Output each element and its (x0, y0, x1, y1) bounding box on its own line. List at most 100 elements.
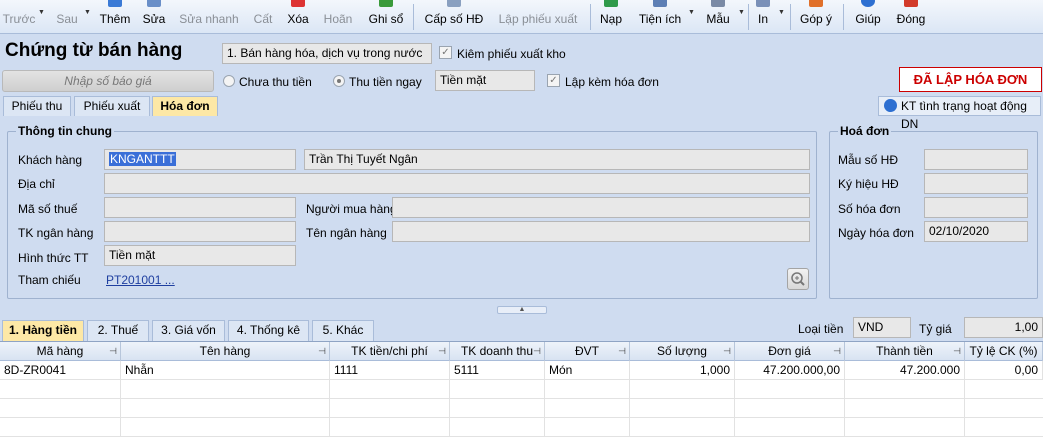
pin-icon: ⊣ (438, 346, 446, 356)
empty-cell (330, 380, 450, 399)
currency-label: Loại tiền (798, 322, 844, 336)
add-button[interactable]: Thêm (96, 0, 134, 34)
form-no-input[interactable] (924, 149, 1028, 170)
cell-unit[interactable]: Món (545, 361, 630, 380)
invoice-no-icon (447, 0, 461, 7)
col-item-name[interactable]: Tên hàng ⊣ (121, 342, 330, 361)
cell-amount[interactable]: 47.200.000 (845, 361, 965, 380)
table-row-empty[interactable] (0, 418, 1043, 437)
print-button[interactable]: In (752, 0, 774, 34)
empty-cell (735, 380, 845, 399)
customer-name-input[interactable]: Trần Thị Tuyết Ngân (304, 149, 810, 170)
with-invoice-label: Lập kèm hóa đơn (565, 75, 659, 89)
tab-cost[interactable]: 3. Giá vốn (152, 320, 225, 341)
currency-select[interactable]: VND (853, 317, 911, 338)
utilities-button[interactable]: Tiện ích (634, 0, 686, 34)
rate-input[interactable]: 1,00 (964, 317, 1043, 338)
tab-export-slip[interactable]: Phiếu xuất (74, 96, 150, 116)
address-label: Địa chỉ (18, 177, 55, 191)
tab-tax[interactable]: 2. Thuế (87, 320, 149, 341)
search-button[interactable] (787, 268, 809, 290)
cell-revenue-account[interactable]: 5111 (450, 361, 545, 380)
reference-link[interactable]: PT201001 ... (106, 273, 175, 287)
paid-now-radio[interactable] (333, 75, 345, 87)
tab-receipt[interactable]: Phiếu thu (3, 96, 71, 116)
post-button[interactable]: Ghi sổ (363, 0, 409, 34)
create-export-slip-button[interactable]: Lập phiếu xuất (494, 0, 582, 34)
quote-number-input[interactable]: Nhập số báo giá (2, 70, 214, 92)
empty-cell (121, 380, 330, 399)
utilities-icon (653, 0, 667, 7)
col-amount[interactable]: Thành tiền ⊣ (845, 342, 965, 361)
symbol-input[interactable] (924, 173, 1028, 194)
address-input[interactable] (104, 173, 810, 194)
template-button[interactable]: Mẫu (700, 0, 736, 34)
empty-cell (545, 418, 630, 437)
edit-button[interactable]: Sửa (139, 0, 169, 34)
prev-button[interactable]: Trước (0, 0, 38, 34)
utilities-dropdown-icon[interactable]: ▼ (688, 9, 695, 16)
invoice-no-input[interactable] (924, 197, 1028, 218)
table-row-empty[interactable] (0, 380, 1043, 399)
invoice-date-input[interactable]: 02/10/2020 (924, 221, 1028, 242)
empty-cell (735, 418, 845, 437)
col-quantity[interactable]: Số lượng ⊣ (630, 342, 735, 361)
bank-account-input[interactable] (104, 221, 296, 242)
cell-item-name[interactable]: Nhẫn (121, 361, 330, 380)
sale-type-select[interactable]: 1. Bán hàng hóa, dịch vụ trong nước (222, 43, 432, 64)
tax-code-input[interactable] (104, 197, 296, 218)
issue-invoice-no-button[interactable]: Cấp số HĐ (420, 0, 488, 34)
table-row-empty[interactable] (0, 399, 1043, 418)
print-dropdown-icon[interactable]: ▼ (778, 9, 785, 16)
unpaid-radio[interactable] (223, 75, 235, 87)
load-button[interactable]: Nạp (596, 0, 626, 34)
table-row[interactable]: 8D-ZR0041 Nhẫn 1111 5111 Món 1,000 47.20… (0, 361, 1043, 380)
cell-quantity[interactable]: 1,000 (630, 361, 735, 380)
with-invoice-checkbox[interactable]: ✓ (547, 74, 560, 87)
save-button[interactable]: Cất (248, 0, 278, 34)
customer-label: Khách hàng (18, 153, 83, 167)
export-checkbox[interactable]: ✓ (439, 46, 452, 59)
bank-account-label: TK ngân hàng (18, 226, 94, 240)
col-unit-price[interactable]: Đơn giá ⊣ (735, 342, 845, 361)
splitter-handle[interactable]: ▲ (497, 306, 547, 314)
cell-discount-rate[interactable]: 0,00 (965, 361, 1043, 380)
empty-cell (545, 399, 630, 418)
feedback-button[interactable]: Góp ý (797, 0, 835, 34)
tab-goods-money[interactable]: 1. Hàng tiền (2, 320, 84, 341)
tab-statistics[interactable]: 4. Thống kê (228, 320, 309, 341)
bank-name-input[interactable] (392, 221, 810, 242)
empty-cell (630, 399, 735, 418)
kt-status-button[interactable]: KT tình trạng hoạt động DN (878, 96, 1041, 131)
cell-unit-price[interactable]: 47.200.000,00 (735, 361, 845, 380)
delete-button[interactable]: Xóa (283, 0, 313, 34)
col-discount-rate[interactable]: Tỷ lệ CK (%) (965, 342, 1043, 361)
pin-icon: ⊣ (723, 346, 731, 356)
buyer-input[interactable] (392, 197, 810, 218)
tab-other[interactable]: 5. Khác (312, 320, 374, 341)
payment-form-label: Hình thức TT (18, 251, 89, 265)
pin-icon: ⊣ (618, 346, 626, 356)
col-money-account[interactable]: TK tiền/chi phí ⊣ (330, 342, 450, 361)
payment-form-select[interactable]: Tiền mặt (104, 245, 296, 266)
next-dropdown-icon[interactable]: ▼ (84, 9, 91, 16)
payment-method-select[interactable]: Tiền mặt (435, 70, 535, 91)
template-dropdown-icon[interactable]: ▼ (738, 9, 745, 16)
help-button[interactable]: Giúp (851, 0, 885, 34)
next-button[interactable]: Sau (48, 0, 86, 34)
col-item-code[interactable]: Mã hàng ⊣ (0, 342, 121, 361)
quick-edit-button[interactable]: Sửa nhanh (176, 0, 242, 34)
grid-header: Mã hàng ⊣ Tên hàng ⊣ TK tiền/chi phí ⊣ TK d… (0, 342, 1043, 361)
invoice-date-label: Ngày hóa đơn (838, 226, 914, 240)
customer-code-input[interactable]: KNGANTTT (104, 149, 296, 170)
page-title: Chứng từ bán hàng (5, 40, 183, 61)
prev-dropdown-icon[interactable]: ▼ (38, 9, 45, 16)
cell-money-account[interactable]: 1111 (330, 361, 450, 380)
tab-invoice[interactable]: Hóa đơn (152, 96, 218, 116)
col-unit[interactable]: ĐVT ⊣ (545, 342, 630, 361)
close-button[interactable]: Đóng (892, 0, 930, 34)
feedback-icon (809, 0, 823, 7)
undo-button[interactable]: Hoãn (319, 0, 357, 34)
col-revenue-account[interactable]: TK doanh thu ⊣ (450, 342, 545, 361)
cell-item-code[interactable]: 8D-ZR0041 (0, 361, 121, 380)
